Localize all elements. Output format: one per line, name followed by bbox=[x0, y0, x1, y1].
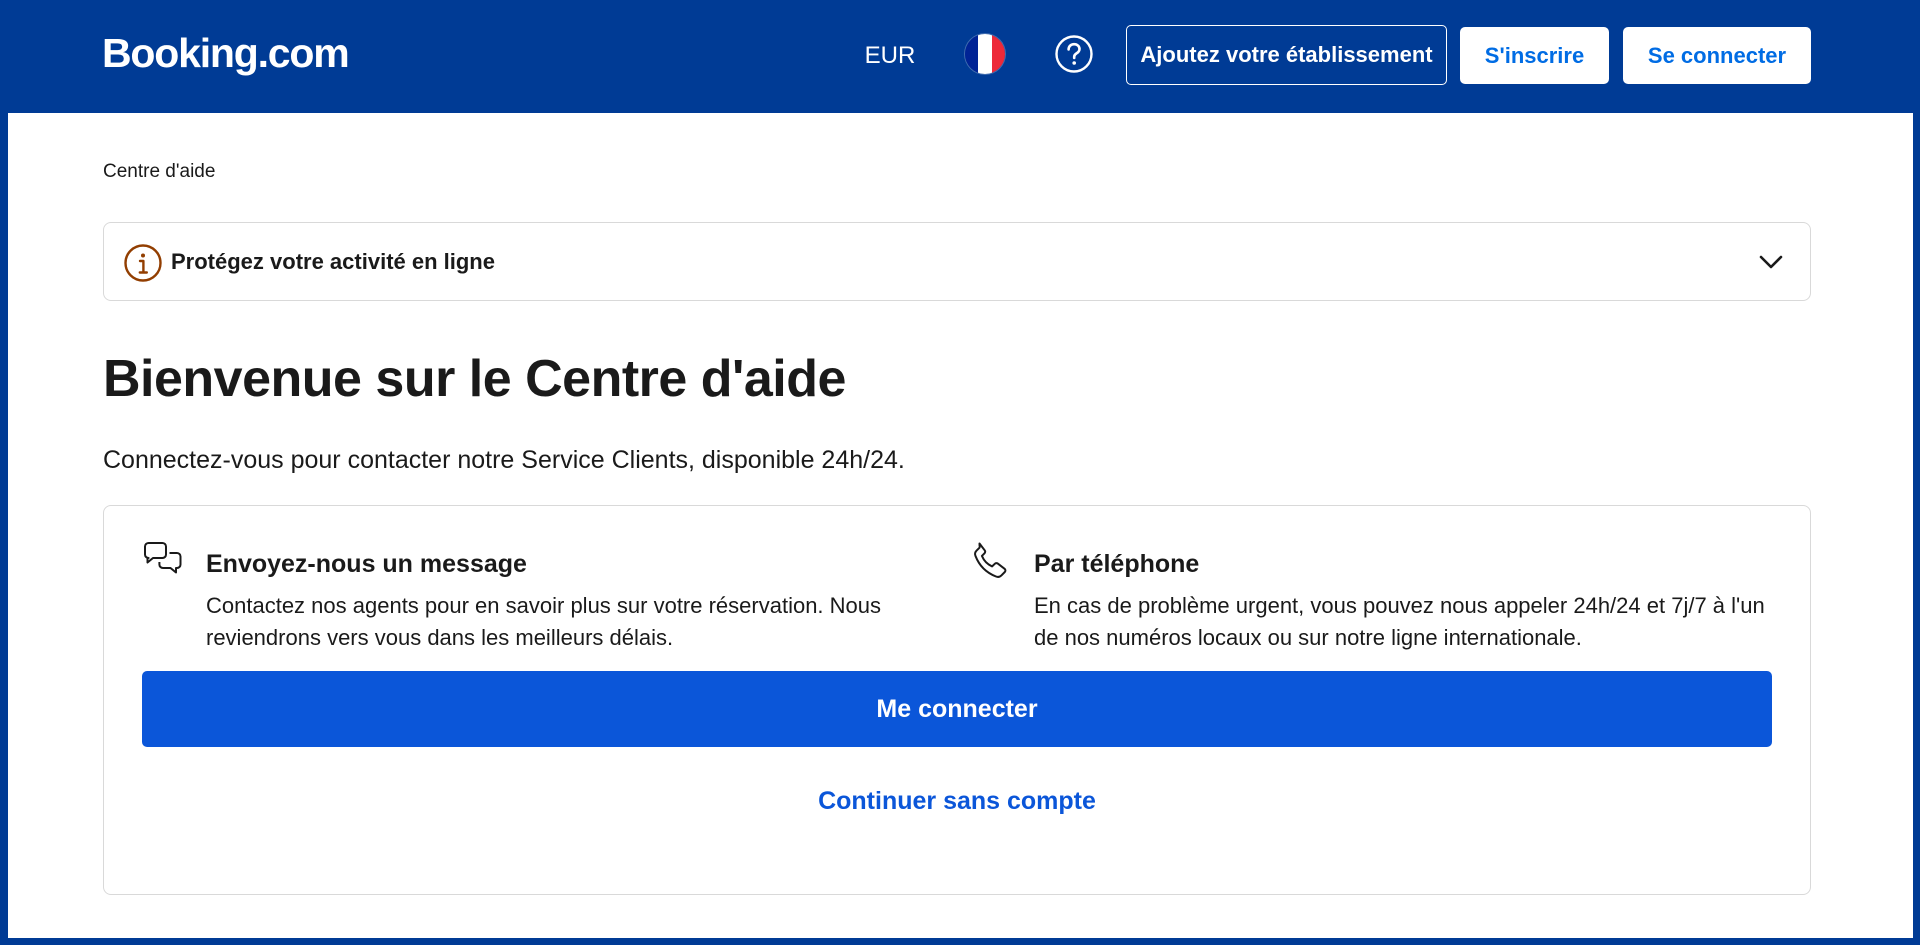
signin-primary-button[interactable]: Me connecter bbox=[142, 671, 1772, 747]
info-circle-icon bbox=[124, 244, 162, 282]
booking-logo[interactable]: Booking.com bbox=[102, 30, 350, 77]
chat-bubbles-icon bbox=[144, 542, 182, 574]
message-option-description: Contactez nos agents pour en savoir plus… bbox=[206, 593, 882, 650]
currency-selector[interactable]: EUR bbox=[850, 36, 930, 76]
signin-button[interactable]: Se connecter bbox=[1623, 27, 1811, 84]
phone-option-description: En cas de problème urgent, vous pouvez n… bbox=[1034, 593, 1765, 650]
security-alert-accordion[interactable]: Protégez votre activité en ligne bbox=[103, 222, 1811, 301]
top-header: Booking.com EUR Ajoutez votre établissem… bbox=[0, 0, 1920, 113]
help-center-content: Centre d'aide Protégez votre activité en… bbox=[8, 113, 1913, 938]
phone-icon bbox=[974, 542, 1007, 578]
page-title: Bienvenue sur le Centre d'aide bbox=[103, 350, 846, 408]
question-circle-icon[interactable] bbox=[1054, 34, 1094, 74]
phone-option-title: Par téléphone bbox=[1034, 550, 1200, 578]
page-subtitle: Connectez-vous pour contacter notre Serv… bbox=[103, 446, 905, 474]
contact-card: Envoyez-nous un message Contactez nos ag… bbox=[103, 505, 1811, 895]
alert-text: Protégez votre activité en ligne bbox=[171, 248, 495, 274]
message-option-title: Envoyez-nous un message bbox=[206, 550, 527, 578]
list-property-button[interactable]: Ajoutez votre établissement bbox=[1126, 25, 1447, 85]
chevron-down-icon[interactable] bbox=[1758, 249, 1784, 275]
breadcrumb[interactable]: Centre d'aide bbox=[103, 161, 215, 183]
continue-without-account-link[interactable]: Continuer sans compte bbox=[104, 781, 1810, 821]
register-button[interactable]: S'inscrire bbox=[1460, 27, 1609, 84]
france-flag-icon[interactable] bbox=[965, 34, 1005, 74]
